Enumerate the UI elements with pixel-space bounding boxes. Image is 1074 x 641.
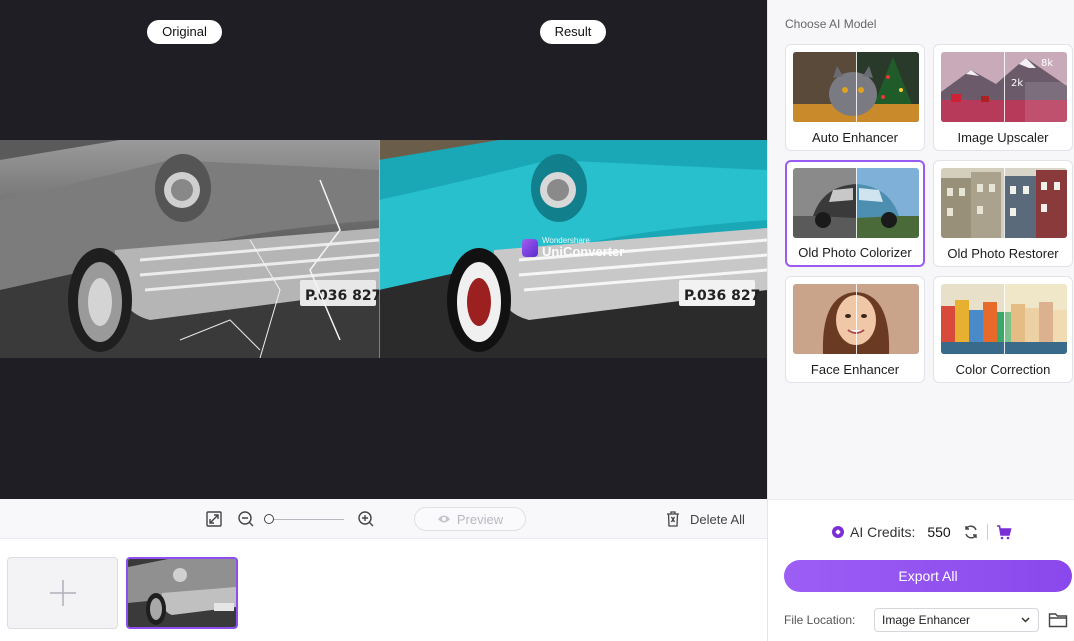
- zoom-in-icon[interactable]: [356, 509, 376, 529]
- original-label: Original: [147, 20, 222, 44]
- watermark-product: UniConverter: [542, 244, 625, 259]
- credits-label: AI Credits:: [850, 524, 916, 540]
- cart-icon[interactable]: [996, 524, 1012, 540]
- original-photo: P.036 827: [0, 140, 379, 358]
- add-image-button[interactable]: [7, 557, 118, 629]
- model-label: Face Enhancer: [810, 362, 900, 377]
- snow-mountain-thumbnail: 8k 2k: [941, 52, 1067, 122]
- woman-face-thumbnail: [793, 284, 919, 354]
- choose-model-title: Choose AI Model: [785, 17, 877, 31]
- credits-icon: [832, 526, 844, 538]
- delete-all-label: Delete All: [690, 511, 745, 527]
- license-plate-text: P.036 827: [305, 288, 379, 304]
- ai-model-panel: Choose AI Model Auto Enhancer 8k 2k Imag…: [767, 0, 1074, 641]
- split-divider[interactable]: [379, 140, 380, 358]
- file-location-label: File Location:: [784, 613, 856, 627]
- credits-value: 550: [927, 524, 951, 540]
- model-card-image-upscaler[interactable]: 8k 2k Image Upscaler: [933, 44, 1073, 151]
- preview-button-label: Preview: [456, 511, 504, 527]
- delete-all-button[interactable]: Delete All: [666, 509, 745, 529]
- comparison-photos: P.036 827 P.036 827: [0, 140, 767, 358]
- fit-screen-icon[interactable]: [204, 509, 224, 529]
- export-area: AI Credits: 550 Export All File Location…: [768, 499, 1074, 641]
- upscale-badge-8k: 8k: [1041, 58, 1053, 69]
- uniconverter-logo-icon: [522, 238, 538, 257]
- houses-thumbnail: [941, 168, 1067, 238]
- trash-icon: [667, 511, 679, 527]
- colorful-town-thumbnail: [941, 284, 1067, 354]
- folder-icon[interactable]: [1048, 611, 1068, 629]
- model-label: Old Photo Colorizer: [798, 245, 912, 260]
- chevron-down-icon: [1021, 617, 1030, 623]
- ai-credits-row: AI Credits: 550: [832, 522, 1012, 542]
- uniconverter-watermark: Wondershare UniConverter: [522, 237, 624, 258]
- zoom-slider-track: [268, 519, 344, 520]
- zoom-slider-thumb[interactable]: [264, 514, 274, 524]
- file-location-select[interactable]: Image Enhancer: [874, 608, 1039, 632]
- zoom-slider[interactable]: [264, 513, 344, 525]
- refresh-icon[interactable]: [963, 524, 979, 540]
- model-card-color-correction[interactable]: Color Correction: [933, 276, 1073, 383]
- upscale-badge-2k: 2k: [1011, 78, 1023, 89]
- model-label: Image Upscaler: [957, 130, 1049, 145]
- beetle-car-thumbnail: [793, 168, 919, 238]
- model-card-auto-enhancer[interactable]: Auto Enhancer: [785, 44, 925, 151]
- image-thumbnail[interactable]: [126, 557, 238, 629]
- model-label: Color Correction: [955, 362, 1051, 377]
- plus-icon: [49, 580, 76, 606]
- preview-toolbar: Preview Delete All: [0, 499, 767, 539]
- zoom-out-icon[interactable]: [236, 509, 256, 529]
- preview-button[interactable]: Preview: [414, 507, 526, 531]
- model-label: Auto Enhancer: [811, 130, 898, 145]
- model-card-old-photo-restorer[interactable]: Old Photo Restorer: [933, 160, 1073, 267]
- result-label: Result: [540, 20, 606, 44]
- model-label: Old Photo Restorer: [947, 246, 1059, 261]
- credits-separator: [986, 524, 988, 540]
- file-location-value: Image Enhancer: [882, 613, 971, 627]
- cat-christmas-thumbnail: [793, 52, 919, 122]
- eye-icon: [437, 515, 450, 523]
- thumbnail-strip: [0, 540, 767, 641]
- model-card-old-photo-colorizer[interactable]: Old Photo Colorizer: [785, 160, 925, 267]
- model-card-face-enhancer[interactable]: Face Enhancer: [785, 276, 925, 383]
- export-all-button[interactable]: Export All: [784, 560, 1072, 592]
- license-plate-text: P.036 827: [684, 288, 760, 304]
